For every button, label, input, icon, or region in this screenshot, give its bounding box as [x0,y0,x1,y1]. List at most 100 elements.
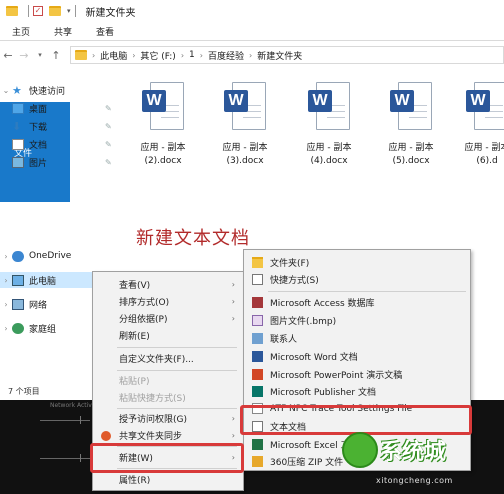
file-item[interactable]: W 应用 - 副本 (4).docx [294,80,364,180]
divider [28,5,29,17]
watermark: 系统城 xitongcheng.com [336,424,504,494]
graph-line [40,458,90,459]
file-name: 应用 - 副本 [140,143,186,153]
chevron-right-icon: › [231,431,235,440]
chevron-right-icon[interactable]: › [0,252,12,261]
menu-label: 粘贴(P) [119,377,150,387]
file-label: 应用 - 副本 (3).docx [210,142,280,168]
menu-label: 自定义文件夹(F)... [119,355,194,365]
network-icon [12,298,24,310]
nav-label: 快速访问 [29,86,66,97]
chevron-down-icon[interactable]: ⌄ [0,86,12,95]
menu-item-properties[interactable]: 属性(R) [93,471,243,488]
file-item[interactable]: W 应用 - 副本 (2).docx [128,80,198,180]
pin-icon: ✎ [105,157,112,167]
cloud-icon [12,250,24,262]
menu-item-customize[interactable]: 自定义文件夹(F)... [93,350,243,367]
submenu-item-folder[interactable]: 文件夹(F) [244,254,470,271]
file-name: 应用 - 副本 [388,143,434,153]
nav-desktop[interactable]: 桌面 ✎ [0,100,125,116]
menu-item-paste-shortcut[interactable]: 粘贴快捷方式(S) [93,389,243,406]
title-bar: ✓ ▾ 新建文件夹 [0,0,504,22]
watermark-brand: 系统城 [380,440,447,465]
breadcrumb-separator: › [199,50,203,60]
recent-dropdown-icon[interactable]: ▾ [32,51,48,59]
forward-arrow-icon[interactable]: → [16,49,32,62]
file-item[interactable]: W 应用 - 副本 (6).d [452,80,504,180]
menu-label: 排序方式(O) [119,298,170,308]
nav-label: 家庭组 [29,324,57,335]
download-icon: ⬇ [12,119,22,133]
watermark-logo-icon [342,432,378,468]
submenu-item-contact[interactable]: 联系人 [244,330,470,347]
chevron-right-icon: › [231,414,235,423]
submenu-label: 图片文件(.bmp) [270,317,337,327]
nav-documents[interactable]: 文档 ✎ [0,136,125,152]
menu-label: 授予访问权限(G) [119,415,187,425]
chevron-right-icon[interactable]: › [0,276,12,285]
breadcrumb-folder-1[interactable]: 1 [189,50,195,60]
menu-item-sort[interactable]: 排序方式(O) › [93,293,243,310]
tab-view[interactable]: 查看 [84,22,126,40]
file-item[interactable]: W 应用 - 副本 (3).docx [210,80,280,180]
nav-quick-access[interactable]: ⌄ ★ 快速访问 [0,82,125,98]
menu-item-group[interactable]: 分组依据(P) › [93,310,243,327]
tab-share[interactable]: 共享 [42,22,84,40]
chevron-right-icon: › [231,280,235,289]
graph-line [40,420,90,421]
nav-label: 桌面 [29,104,48,115]
status-item-count: 7 个项目 [8,387,40,396]
up-arrow-icon[interactable]: ↑ [48,49,64,62]
chevron-right-icon[interactable]: › [0,324,12,333]
breadcrumb-separator: › [132,50,136,60]
homegroup-icon [12,322,24,334]
nav-downloads[interactable]: ⬇ 下载 ✎ [0,118,125,134]
menu-item-view[interactable]: 查看(V) › [93,276,243,293]
submenu-label: 快捷方式(S) [270,276,319,286]
submenu-label: Microsoft PowerPoint 演示文稿 [270,371,403,381]
back-arrow-icon[interactable]: ← [0,49,16,62]
menu-item-paste[interactable]: 粘贴(P) [93,372,243,389]
tab-home[interactable]: 主页 [0,22,42,40]
file-name: 应用 - 副本 [464,143,504,153]
nav-label: 图片 [29,158,48,169]
nav-pictures[interactable]: 图片 ✎ [0,154,125,170]
breadcrumb-drive[interactable]: 其它 (F:) [140,49,175,62]
menu-item-refresh[interactable]: 刷新(E) [93,327,243,344]
checkmark-icon[interactable]: ✓ [33,6,43,16]
file-name: 应用 - 副本 [222,143,268,153]
nav-label: 下载 [29,122,48,133]
submenu-item-word[interactable]: Microsoft Word 文档 [244,348,470,365]
chevron-right-icon[interactable]: › [0,300,12,309]
graph-tick [80,416,81,424]
breadcrumb-current[interactable]: 新建文件夹 [257,49,302,62]
file-item[interactable]: W 应用 - 副本 (5).docx [376,80,446,180]
submenu-item-shortcut[interactable]: 快捷方式(S) [244,271,470,288]
file-name: 应用 - 副本 [306,143,352,153]
quick-access-dropdown-icon[interactable]: ▾ [67,7,71,15]
file-extension: (2).docx [144,156,182,166]
submenu-item-bmp[interactable]: 图片文件(.bmp) [244,312,470,329]
submenu-item-publisher[interactable]: Microsoft Publisher 文档 [244,383,470,400]
breadcrumb-baidu[interactable]: 百度经验 [208,49,244,62]
submenu-item-access[interactable]: Microsoft Access 数据库 [244,294,470,311]
highlight-new-menu-item [90,443,244,473]
pin-icon: ✎ [105,103,112,113]
breadcrumb-this-pc[interactable]: 此电脑 [100,49,127,62]
submenu-item-powerpoint[interactable]: Microsoft PowerPoint 演示文稿 [244,366,470,383]
address-bar[interactable]: › 此电脑 › 其它 (F:) › 1 › 百度经验 › 新建文件夹 [70,46,504,64]
menu-item-share-sync[interactable]: 共享文件夹同步 › [93,427,243,444]
star-icon: ★ [12,83,22,97]
nav-onedrive[interactable]: › OneDrive [0,248,125,264]
submenu-divider [268,291,466,292]
menu-item-grant-access[interactable]: 授予访问权限(G) › [93,410,243,427]
new-folder-icon[interactable] [49,6,61,16]
file-label: 应用 - 副本 (2).docx [128,142,198,168]
menu-label: 粘贴快捷方式(S) [119,394,186,404]
word-document-icon: W [390,80,434,134]
word-icon [252,351,263,362]
submenu-label: Microsoft Publisher 文档 [270,388,376,398]
watermark-url: xitongcheng.com [376,476,453,485]
picture-icon [12,156,24,168]
word-document-icon: W [308,80,352,134]
